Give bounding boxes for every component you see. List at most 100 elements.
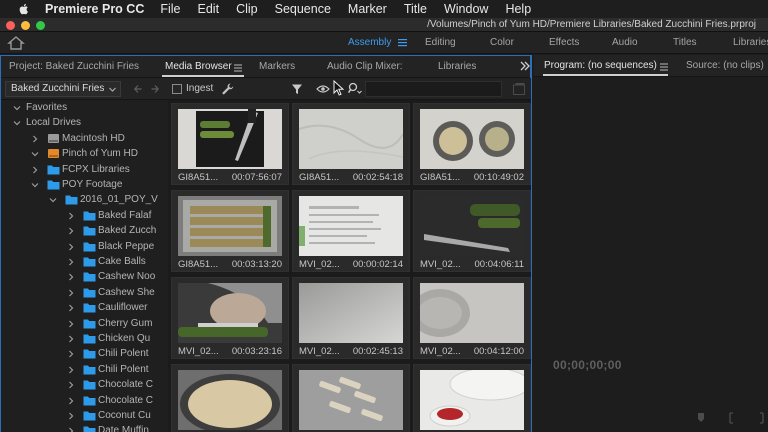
search-input[interactable]: [365, 81, 502, 97]
tree-section[interactable]: Local Drives: [1, 116, 168, 131]
new-folder-icon[interactable]: [512, 82, 526, 96]
mark-in-icon[interactable]: [727, 412, 737, 424]
tree-item[interactable]: Macintosh HD: [1, 132, 168, 147]
tree-item[interactable]: Date Muffin: [1, 424, 168, 432]
chevron-right-icon[interactable]: [67, 212, 75, 220]
program-panel-menu-icon[interactable]: [660, 63, 668, 71]
tab-program[interactable]: Program: (no sequences): [544, 60, 657, 71]
tree-item[interactable]: Chicken Qu: [1, 332, 168, 347]
tree-item[interactable]: POY Footage: [1, 178, 168, 193]
menu-title[interactable]: Title: [404, 2, 427, 16]
chevron-right-icon[interactable]: [67, 366, 75, 374]
chevron-right-icon[interactable]: [67, 320, 75, 328]
tree-item[interactable]: Chili Polent: [1, 347, 168, 362]
clip-thumbnail[interactable]: MVI_02... 00:04:06:11: [413, 190, 531, 272]
program-timecode[interactable]: 00;00;00;00: [553, 358, 622, 372]
tree-item[interactable]: Baked Zucch: [1, 224, 168, 239]
clip-thumbnail[interactable]: [171, 364, 289, 432]
clip-thumbnail[interactable]: MVI_02... 00:04:12:00: [413, 277, 531, 359]
menu-clip[interactable]: Clip: [236, 2, 258, 16]
clip-thumbnail[interactable]: GI8A51... 00:10:49:02: [413, 103, 531, 185]
chevron-right-icon[interactable]: [67, 243, 75, 251]
tab-source[interactable]: Source: (no clips): [686, 60, 764, 71]
tree-item[interactable]: Cake Balls: [1, 255, 168, 270]
tab-audio-clip-mixer[interactable]: Audio Clip Mixer:: [327, 61, 403, 72]
add-marker-icon[interactable]: [696, 412, 706, 424]
tab-libraries[interactable]: Libraries: [438, 61, 476, 72]
tree-section[interactable]: Favorites: [1, 101, 168, 116]
tree-item[interactable]: Baked Falaf: [1, 209, 168, 224]
back-arrow-icon[interactable]: [134, 85, 142, 93]
search-icon[interactable]: [348, 82, 362, 95]
chevron-down-icon[interactable]: [13, 119, 21, 127]
chevron-right-icon[interactable]: [67, 350, 75, 358]
tree-item[interactable]: Chocolate C: [1, 394, 168, 409]
overflow-chevron-icon[interactable]: [519, 61, 531, 71]
location-dropdown[interactable]: Baked Zucchini Fries: [5, 81, 121, 97]
tree-item[interactable]: FCPX Libraries: [1, 163, 168, 178]
clip-thumbnail[interactable]: GI8A51... 00:07:56:07: [171, 103, 289, 185]
tab-media-browser[interactable]: Media Browser: [165, 61, 232, 72]
chevron-right-icon[interactable]: [67, 289, 75, 297]
forward-arrow-icon[interactable]: [151, 85, 159, 93]
mark-out-icon[interactable]: [756, 412, 766, 424]
chevron-right-icon[interactable]: [31, 135, 39, 143]
tab-markers[interactable]: Markers: [259, 61, 295, 72]
workspace-tab-effects[interactable]: Effects: [549, 37, 579, 48]
clip-thumbnail[interactable]: [292, 364, 410, 432]
chevron-down-icon[interactable]: [31, 181, 39, 189]
workspace-tab-editing[interactable]: Editing: [425, 37, 456, 48]
close-window-button[interactable]: [6, 21, 15, 30]
chevron-right-icon[interactable]: [67, 427, 75, 432]
chevron-right-icon[interactable]: [31, 166, 39, 174]
tree-item[interactable]: Cashew She: [1, 286, 168, 301]
tree-item[interactable]: Black Peppe: [1, 240, 168, 255]
workspace-menu-icon[interactable]: [398, 38, 407, 47]
minimize-window-button[interactable]: [21, 21, 30, 30]
menu-edit[interactable]: Edit: [198, 2, 220, 16]
menu-sequence[interactable]: Sequence: [275, 2, 331, 16]
eye-icon[interactable]: [316, 84, 330, 94]
menu-file[interactable]: File: [160, 2, 180, 16]
zoom-window-button[interactable]: [36, 21, 45, 30]
workspace-tab-titles[interactable]: Titles: [673, 37, 697, 48]
chevron-right-icon[interactable]: [67, 412, 75, 420]
chevron-right-icon[interactable]: [67, 381, 75, 389]
clip-thumbnail[interactable]: [413, 364, 531, 432]
menu-window[interactable]: Window: [444, 2, 488, 16]
workspace-tab-color[interactable]: Color: [490, 37, 514, 48]
tree-item[interactable]: Chocolate C: [1, 378, 168, 393]
workspace-tab-libraries[interactable]: Libraries: [733, 37, 768, 48]
chevron-right-icon[interactable]: [67, 397, 75, 405]
tree-item[interactable]: Coconut Cu: [1, 409, 168, 424]
chevron-right-icon[interactable]: [67, 335, 75, 343]
chevron-right-icon[interactable]: [67, 304, 75, 312]
tree-item[interactable]: Cauliflower: [1, 301, 168, 316]
clip-thumbnail[interactable]: MVI_02... 00:02:45:13: [292, 277, 410, 359]
clip-thumbnail[interactable]: GI8A51... 00:02:54:18: [292, 103, 410, 185]
menu-marker[interactable]: Marker: [348, 2, 387, 16]
chevron-right-icon[interactable]: [67, 258, 75, 266]
tree-item[interactable]: Pinch of Yum HD: [1, 147, 168, 162]
tree-item[interactable]: Chili Polent: [1, 363, 168, 378]
app-name[interactable]: Premiere Pro CC: [45, 2, 144, 16]
clip-thumbnail[interactable]: MVI_02... 00:00:02:14: [292, 190, 410, 272]
workspace-tab-audio[interactable]: Audio: [612, 37, 638, 48]
chevron-right-icon[interactable]: [67, 227, 75, 235]
chevron-down-icon[interactable]: [49, 196, 57, 204]
ingest-checkbox[interactable]: [172, 84, 182, 94]
clip-thumbnail[interactable]: GI8A51... 00:03:13:20: [171, 190, 289, 272]
chevron-down-icon[interactable]: [31, 150, 39, 158]
tab-project[interactable]: Project: Baked Zucchini Fries: [9, 61, 139, 72]
workspace-tab-assembly[interactable]: Assembly: [348, 37, 391, 48]
home-icon[interactable]: [6, 35, 26, 51]
wrench-icon[interactable]: [221, 82, 235, 96]
chevron-right-icon[interactable]: [67, 273, 75, 281]
apple-icon[interactable]: [17, 2, 31, 16]
chevron-down-icon[interactable]: [13, 104, 21, 112]
filter-icon[interactable]: [291, 83, 303, 95]
clip-thumbnail[interactable]: MVI_02... 00:03:23:16: [171, 277, 289, 359]
tree-item[interactable]: 2016_01_POY_V: [1, 193, 168, 208]
tree-item[interactable]: Cashew Noo: [1, 270, 168, 285]
panel-menu-icon[interactable]: [234, 64, 242, 72]
